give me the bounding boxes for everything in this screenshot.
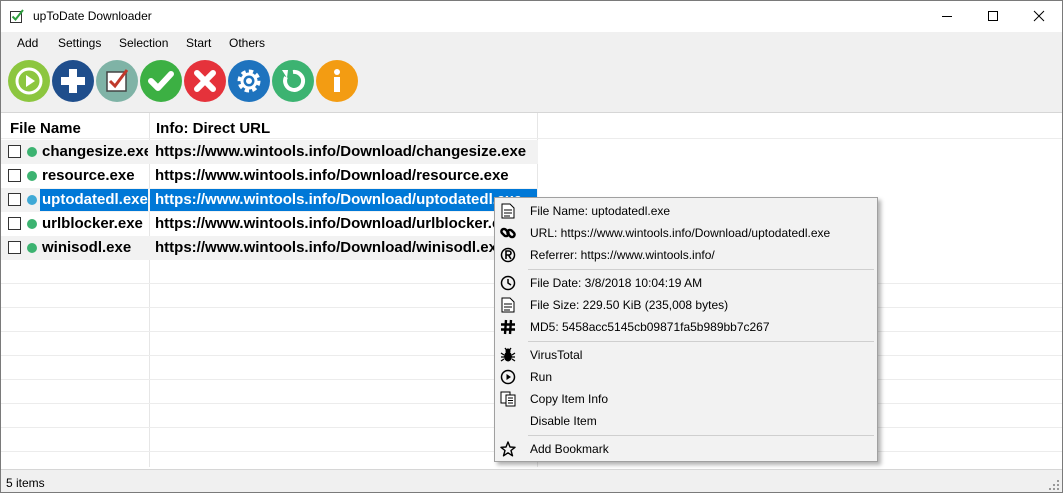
remove-button[interactable] <box>184 60 226 102</box>
refresh-icon <box>282 69 306 92</box>
menu-selection[interactable]: Selection <box>119 36 168 50</box>
info-icon <box>334 69 340 92</box>
maximize-button[interactable] <box>970 1 1016 31</box>
status-dot-icon <box>27 195 37 205</box>
table-row[interactable]: winisodl.exe https://www.wintools.info/D… <box>1 236 538 260</box>
document-icon <box>499 296 517 314</box>
url-cell: https://www.wintools.info/Download/winis… <box>155 239 506 256</box>
minimize-icon <box>942 16 952 17</box>
menu-item-virustotal[interactable]: VirusTotal <box>495 344 877 366</box>
check-square-icon <box>106 69 129 92</box>
status-dot-icon <box>27 147 37 157</box>
menu-item-file-name[interactable]: File Name: uptodatedl.exe <box>495 200 877 222</box>
context-menu: File Name: uptodatedl.exe URL: https://w… <box>494 197 878 462</box>
refresh-button[interactable] <box>272 60 314 102</box>
menu-bar: Add Settings Selection Start Others <box>1 32 1062 54</box>
table-row[interactable]: resource.exe https://www.wintools.info/D… <box>1 164 538 188</box>
star-icon <box>499 440 517 458</box>
maximize-icon <box>988 11 998 21</box>
menu-item-md5[interactable]: MD5: 5458acc5145cb09871fa5b989bb7c267 <box>495 316 877 338</box>
toolbar <box>1 54 1062 113</box>
status-dot-icon <box>27 171 37 181</box>
menu-item-url[interactable]: URL: https://www.wintools.info/Download/… <box>495 222 877 244</box>
settings-button[interactable] <box>228 60 270 102</box>
menu-item-file-size[interactable]: File Size: 229.50 KiB (235,008 bytes) <box>495 294 877 316</box>
file-name-cell: changesize.exe <box>42 143 148 160</box>
gear-icon <box>237 69 261 93</box>
minimize-button[interactable] <box>924 1 970 31</box>
menu-item-disable[interactable]: Disable Item <box>495 410 877 432</box>
close-icon <box>1033 10 1045 22</box>
url-cell: https://www.wintools.info/Download/chang… <box>155 143 527 160</box>
row-checkbox[interactable] <box>8 169 21 182</box>
plus-circle-icon <box>61 69 85 93</box>
menu-item-copy-info[interactable]: Copy Item Info <box>495 388 877 410</box>
file-name-cell: urlblocker.exe <box>42 215 143 232</box>
status-dot-icon <box>27 219 37 229</box>
file-name-cell: winisodl.exe <box>42 239 132 256</box>
copy-icon <box>499 390 517 408</box>
menu-add[interactable]: Add <box>17 36 38 50</box>
check-icon <box>148 71 174 91</box>
select-button[interactable] <box>96 60 138 102</box>
app-window: upToDate Downloader Add Settings Selecti… <box>0 0 1063 493</box>
app-checkbox-icon <box>9 8 25 24</box>
menu-settings[interactable]: Settings <box>58 36 101 50</box>
window-title: upToDate Downloader <box>33 9 152 23</box>
resize-grip-icon[interactable] <box>1049 480 1059 490</box>
title-bar: upToDate Downloader <box>1 1 1062 31</box>
menu-item-referrer[interactable]: Referrer: https://www.wintools.info/ <box>495 244 877 266</box>
accept-button[interactable] <box>140 60 182 102</box>
status-dot-icon <box>27 243 37 253</box>
bug-icon <box>499 346 517 364</box>
table-row[interactable]: urlblocker.exe https://www.wintools.info… <box>1 212 538 236</box>
menu-start[interactable]: Start <box>186 36 211 50</box>
run-icon <box>499 368 517 386</box>
hash-icon <box>499 318 517 336</box>
status-bar: 5 items <box>1 469 1062 492</box>
column-header-url[interactable]: Info: Direct URL <box>156 120 270 137</box>
cross-icon <box>194 70 216 92</box>
play-circle-icon <box>15 67 43 95</box>
link-icon <box>499 224 517 242</box>
url-cell: https://www.wintools.info/Download/uptod… <box>150 189 537 211</box>
table-row[interactable]: changesize.exe https://www.wintools.info… <box>1 140 538 164</box>
menu-others[interactable]: Others <box>229 36 265 50</box>
table-row-selected[interactable]: uptodatedl.exe https://www.wintools.info… <box>1 188 538 212</box>
menu-item-add-bookmark[interactable]: Add Bookmark <box>495 438 877 460</box>
add-button[interactable] <box>52 60 94 102</box>
column-header-file-name[interactable]: File Name <box>10 120 81 137</box>
url-cell: https://www.wintools.info/Download/resou… <box>155 167 509 184</box>
menu-item-run[interactable]: Run <box>495 366 877 388</box>
start-button[interactable] <box>8 60 50 102</box>
row-checkbox[interactable] <box>8 241 21 254</box>
row-checkbox[interactable] <box>8 193 21 206</box>
menu-item-file-date[interactable]: File Date: 3/8/2018 10:04:19 AM <box>495 272 877 294</box>
row-checkbox[interactable] <box>8 145 21 158</box>
clock-icon <box>499 274 517 292</box>
url-cell: https://www.wintools.info/Download/urlbl… <box>155 215 517 232</box>
info-button[interactable] <box>316 60 358 102</box>
item-count: 5 items <box>6 476 45 490</box>
registered-icon <box>499 246 517 264</box>
document-icon <box>499 202 517 220</box>
close-button[interactable] <box>1016 1 1062 31</box>
row-checkbox[interactable] <box>8 217 21 230</box>
file-name-cell: resource.exe <box>42 167 135 184</box>
file-name-cell: uptodatedl.exe <box>40 189 148 211</box>
